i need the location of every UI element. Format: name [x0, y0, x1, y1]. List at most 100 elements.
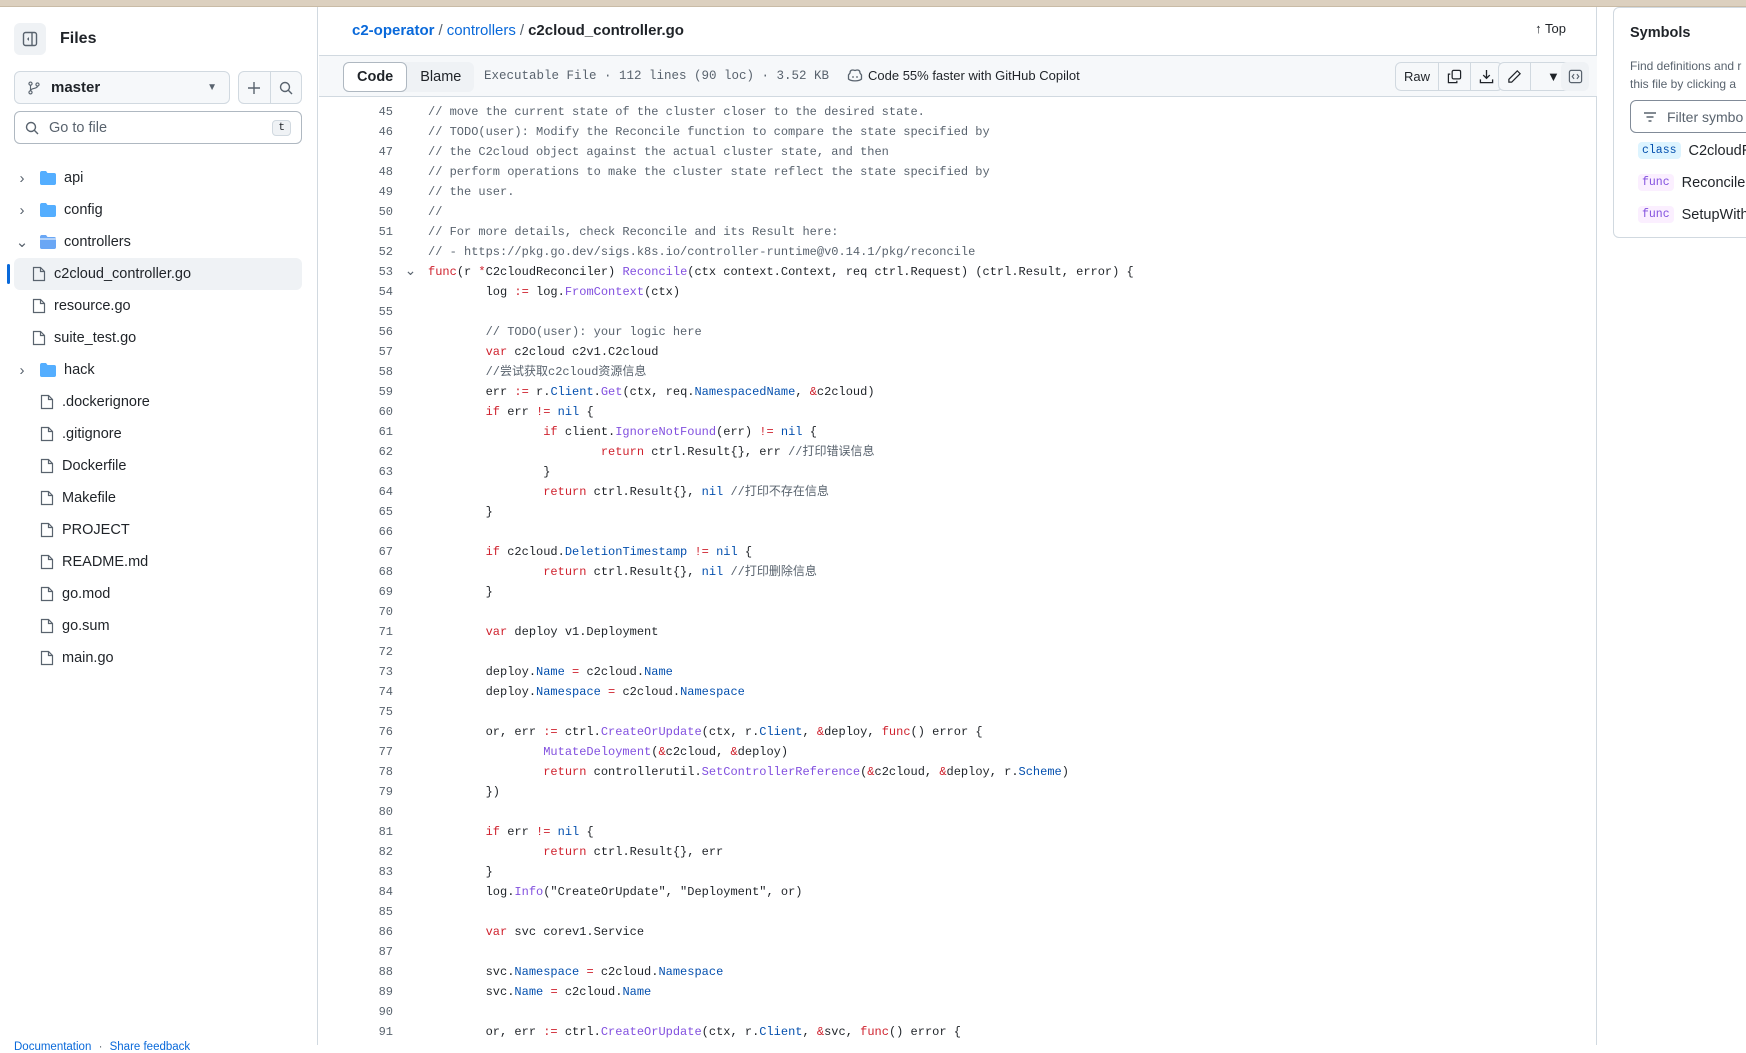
line-number[interactable]: 78 — [319, 762, 393, 782]
filter-symbols-placeholder: Filter symbo — [1667, 108, 1744, 125]
tree-file-item[interactable]: resource.go — [14, 290, 302, 322]
breadcrumb-repo-link[interactable]: c2-operator — [352, 22, 435, 39]
branch-selector[interactable]: master ▼ — [14, 71, 230, 104]
line-number[interactable]: 91 — [319, 1022, 393, 1042]
tree-file-item[interactable]: go.mod — [14, 578, 302, 610]
tree-file-item[interactable]: c2cloud_controller.go — [7, 258, 302, 290]
tab-blame[interactable]: Blame — [407, 62, 474, 92]
chevron-right-icon[interactable]: › — [14, 362, 30, 379]
tree-file-item[interactable]: .gitignore — [14, 418, 302, 450]
line-number[interactable]: 71 — [319, 622, 393, 642]
documentation-link[interactable]: Documentation — [14, 1041, 91, 1053]
identifier-token: Client — [759, 1025, 803, 1039]
line-number[interactable]: 46 — [319, 122, 393, 142]
chevron-right-icon[interactable]: › — [14, 170, 30, 187]
line-number[interactable]: 69 — [319, 582, 393, 602]
tree-folder-item[interactable]: › api — [14, 162, 302, 194]
line-number[interactable]: 67 — [319, 542, 393, 562]
code-token: C2cloudReconciler) — [485, 265, 623, 279]
tree-file-item[interactable]: .dockerignore — [14, 386, 302, 418]
line-number[interactable]: 61 — [319, 422, 393, 442]
code-token: () error { — [888, 1025, 961, 1039]
line-number[interactable]: 72 — [319, 642, 393, 662]
fold-gutter — [393, 662, 428, 682]
line-number[interactable]: 70 — [319, 602, 393, 622]
line-number[interactable]: 84 — [319, 882, 393, 902]
add-file-button[interactable] — [239, 72, 270, 103]
symbols-panel-toggle[interactable] — [1561, 62, 1589, 91]
line-number[interactable]: 59 — [319, 382, 393, 402]
line-number[interactable]: 90 — [319, 1002, 393, 1022]
line-number[interactable]: 53 — [319, 262, 393, 282]
line-number[interactable]: 87 — [319, 942, 393, 962]
symbol-item[interactable]: func SetupWith — [1638, 206, 1746, 223]
chevron-down-icon[interactable]: ⌄ — [14, 233, 30, 251]
line-number[interactable]: 68 — [319, 562, 393, 582]
line-number[interactable]: 75 — [319, 702, 393, 722]
symbol-item[interactable]: class C2cloudR — [1638, 142, 1746, 159]
line-number[interactable]: 81 — [319, 822, 393, 842]
line-number[interactable]: 51 — [319, 222, 393, 242]
fold-chevron-icon[interactable]: ⌄ — [393, 262, 428, 282]
line-number[interactable]: 79 — [319, 782, 393, 802]
identifier-token: Name — [536, 665, 565, 679]
chevron-right-icon[interactable]: › — [14, 202, 30, 219]
tree-file-item[interactable]: Dockerfile — [14, 450, 302, 482]
line-number[interactable]: 65 — [319, 502, 393, 522]
share-feedback-link[interactable]: Share feedback — [110, 1041, 191, 1053]
line-number[interactable]: 86 — [319, 922, 393, 942]
back-to-top-button[interactable]: ↑ Top — [1535, 21, 1566, 36]
line-number[interactable]: 80 — [319, 802, 393, 822]
line-number[interactable]: 82 — [319, 842, 393, 862]
line-number[interactable]: 64 — [319, 482, 393, 502]
line-number[interactable]: 57 — [319, 342, 393, 362]
line-number[interactable]: 77 — [319, 742, 393, 762]
line-number[interactable]: 88 — [319, 962, 393, 982]
tree-file-item[interactable]: README.md — [14, 546, 302, 578]
line-number[interactable]: 83 — [319, 862, 393, 882]
line-number[interactable]: 52 — [319, 242, 393, 262]
symbol-item[interactable]: func Reconcile — [1638, 174, 1745, 191]
collapse-sidebar-button[interactable] — [14, 23, 46, 55]
filter-symbols-input[interactable]: Filter symbo — [1630, 100, 1746, 133]
tree-folder-item[interactable]: ⌄ controllers — [14, 226, 302, 258]
line-number[interactable]: 48 — [319, 162, 393, 182]
tree-file-item[interactable]: Makefile — [14, 482, 302, 514]
tree-folder-item[interactable]: › config — [14, 194, 302, 226]
code-token: c2cloud c2v1.C2cloud — [507, 345, 659, 359]
keyword-token: != — [536, 825, 551, 839]
raw-button[interactable]: Raw — [1396, 63, 1438, 90]
tree-file-item[interactable]: PROJECT — [14, 514, 302, 546]
tree-folder-item[interactable]: › hack — [14, 354, 302, 386]
tree-file-item[interactable]: suite_test.go — [14, 322, 302, 354]
go-to-file-input[interactable]: Go to file t — [14, 111, 302, 144]
line-number[interactable]: 66 — [319, 522, 393, 542]
line-number[interactable]: 54 — [319, 282, 393, 302]
tree-file-item[interactable]: main.go — [14, 642, 302, 674]
breadcrumb-folder-link[interactable]: controllers — [447, 22, 516, 39]
tree-file-item[interactable]: go.sum — [14, 610, 302, 642]
code-view[interactable]: 44// Reconcile is part of the main kuber… — [319, 98, 1597, 1045]
line-number[interactable]: 63 — [319, 462, 393, 482]
line-number[interactable]: 58 — [319, 362, 393, 382]
copilot-promo-link[interactable]: Code 55% faster with GitHub Copilot — [847, 68, 1080, 83]
line-number[interactable]: 85 — [319, 902, 393, 922]
line-number[interactable]: 73 — [319, 662, 393, 682]
line-number[interactable]: 49 — [319, 182, 393, 202]
line-number[interactable]: 89 — [319, 982, 393, 1002]
line-number[interactable]: 60 — [319, 402, 393, 422]
line-number[interactable]: 47 — [319, 142, 393, 162]
line-number[interactable]: 55 — [319, 302, 393, 322]
line-number[interactable]: 62 — [319, 442, 393, 462]
line-number[interactable]: 50 — [319, 202, 393, 222]
search-code-button[interactable] — [269, 72, 302, 103]
line-number[interactable]: 45 — [319, 102, 393, 122]
line-number[interactable]: 76 — [319, 722, 393, 742]
line-number[interactable]: 56 — [319, 322, 393, 342]
tab-code[interactable]: Code — [343, 62, 408, 92]
line-number[interactable]: 74 — [319, 682, 393, 702]
edit-file-button[interactable] — [1499, 63, 1530, 90]
copy-raw-button[interactable] — [1438, 63, 1470, 90]
copilot-icon — [847, 69, 863, 82]
